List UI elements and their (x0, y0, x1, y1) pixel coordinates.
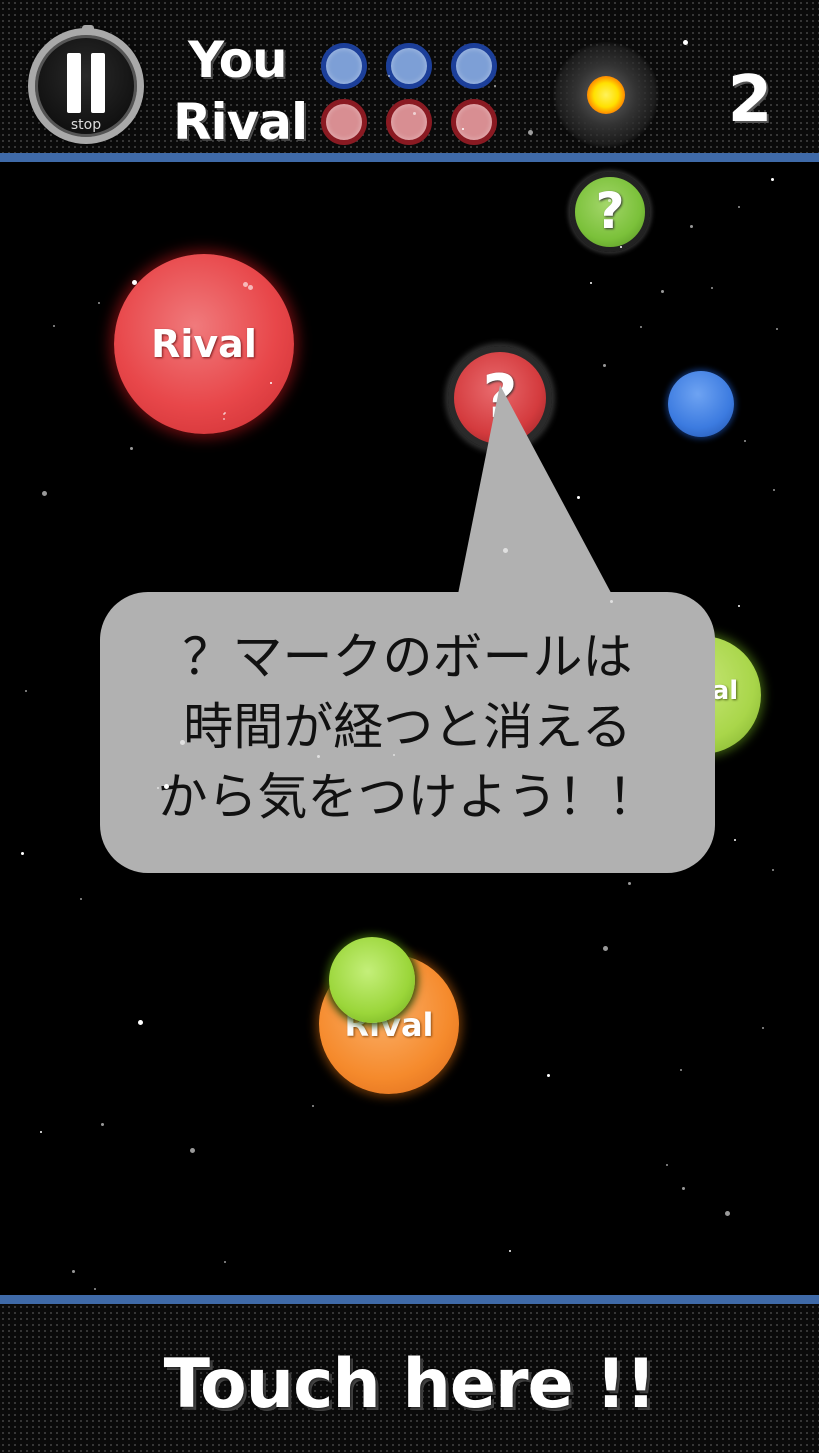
star (640, 326, 642, 328)
star (98, 302, 100, 304)
star (21, 852, 24, 855)
star (661, 290, 664, 293)
tooltip-line-3: から気をつけよう！！ (157, 768, 658, 826)
star (711, 287, 713, 289)
star (462, 128, 464, 130)
star (494, 85, 496, 87)
star (317, 755, 320, 758)
star (72, 1270, 75, 1273)
star (577, 496, 580, 499)
star (762, 1027, 764, 1029)
star (180, 740, 185, 745)
star (25, 690, 27, 692)
star (388, 75, 390, 77)
star (682, 1187, 685, 1190)
star (666, 1164, 668, 1166)
star (393, 754, 395, 756)
star (94, 1288, 96, 1290)
star (157, 787, 159, 789)
star (680, 1069, 682, 1071)
star (603, 364, 606, 367)
star (53, 325, 55, 327)
star (248, 285, 253, 290)
star (413, 112, 416, 115)
tooltip-text: ？マークのボールは 時間が経つと消える から気をつけよう！！ (100, 622, 715, 832)
star (528, 130, 533, 135)
star (776, 328, 778, 330)
tooltip-line-2: 時間が経つと消える (183, 698, 632, 756)
star (734, 839, 736, 841)
star (132, 280, 137, 285)
star (224, 1261, 226, 1263)
star (164, 784, 169, 789)
star (628, 882, 631, 885)
star (40, 1131, 42, 1133)
star (130, 447, 133, 450)
star (190, 1148, 195, 1153)
star (620, 246, 622, 248)
star (610, 600, 613, 603)
star (312, 1105, 314, 1107)
star (547, 1074, 550, 1077)
star (590, 282, 592, 284)
star (744, 440, 746, 442)
star (80, 898, 82, 900)
star (772, 869, 774, 871)
star (138, 1020, 143, 1025)
star (773, 489, 775, 491)
star (101, 1123, 104, 1126)
star (270, 382, 272, 384)
star (738, 605, 740, 607)
star (690, 225, 693, 228)
star (608, 199, 611, 202)
footer-divider (0, 1295, 819, 1304)
star (42, 491, 47, 496)
star (223, 418, 225, 420)
star (509, 1250, 511, 1252)
star (223, 413, 225, 415)
star (725, 1211, 730, 1216)
star (738, 206, 740, 208)
star (771, 178, 774, 181)
star (503, 548, 508, 553)
tooltip-line-1: ？マークのボールは (182, 628, 633, 686)
touch-here-label: Touch here !! (163, 1345, 657, 1424)
star (603, 946, 608, 951)
star (683, 40, 688, 45)
